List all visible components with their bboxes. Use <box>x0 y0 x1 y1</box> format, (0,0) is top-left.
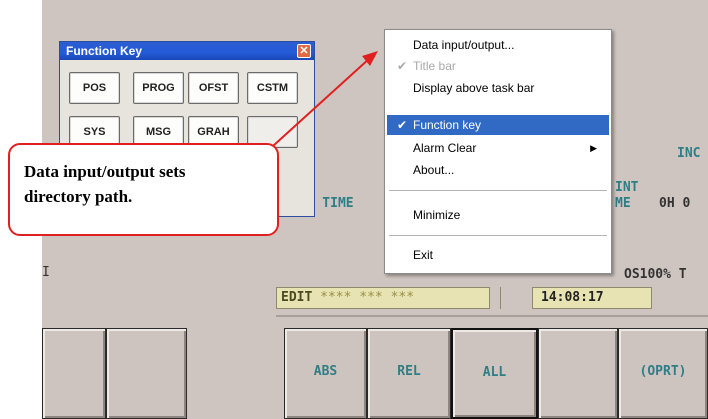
menu-item-label: Function key <box>413 118 482 132</box>
menu-item-label: Alarm Clear <box>413 141 477 155</box>
menu-item-minimize[interactable]: Minimize <box>387 205 609 225</box>
context-menu: Data input/output... ✔ Title bar Display… <box>384 29 612 274</box>
menu-item-label: Minimize <box>413 208 461 222</box>
menu-item-label: Display above task bar <box>413 81 535 95</box>
menu-separator <box>389 190 607 191</box>
menu-item-data-input-output[interactable]: Data input/output... <box>387 35 609 55</box>
callout-line-1: Data input/output sets <box>24 162 186 181</box>
callout-box: Data input/output sets directory path. <box>8 143 279 236</box>
callout-line-2: directory path. <box>24 187 133 206</box>
submenu-arrow-icon: ▶ <box>590 143 597 153</box>
menu-separator <box>389 235 607 236</box>
menu-item-alarm-clear[interactable]: Alarm Clear ▶ <box>387 138 609 158</box>
checkmark-icon: ✔ <box>397 118 408 132</box>
menu-item-label: About... <box>413 163 455 177</box>
menu-item-label: Data input/output... <box>413 38 515 52</box>
menu-item-function-key[interactable]: ✔ Function key <box>387 115 609 135</box>
menu-item-display-above-taskbar[interactable]: Display above task bar <box>387 78 609 98</box>
menu-item-about[interactable]: About... <box>387 160 609 180</box>
menu-item-label: Exit <box>413 248 434 262</box>
menu-item-title-bar[interactable]: ✔ Title bar <box>387 56 609 76</box>
checkmark-icon: ✔ <box>397 59 408 73</box>
menu-item-label: Title bar <box>413 59 456 73</box>
menu-item-exit[interactable]: Exit <box>387 245 609 265</box>
